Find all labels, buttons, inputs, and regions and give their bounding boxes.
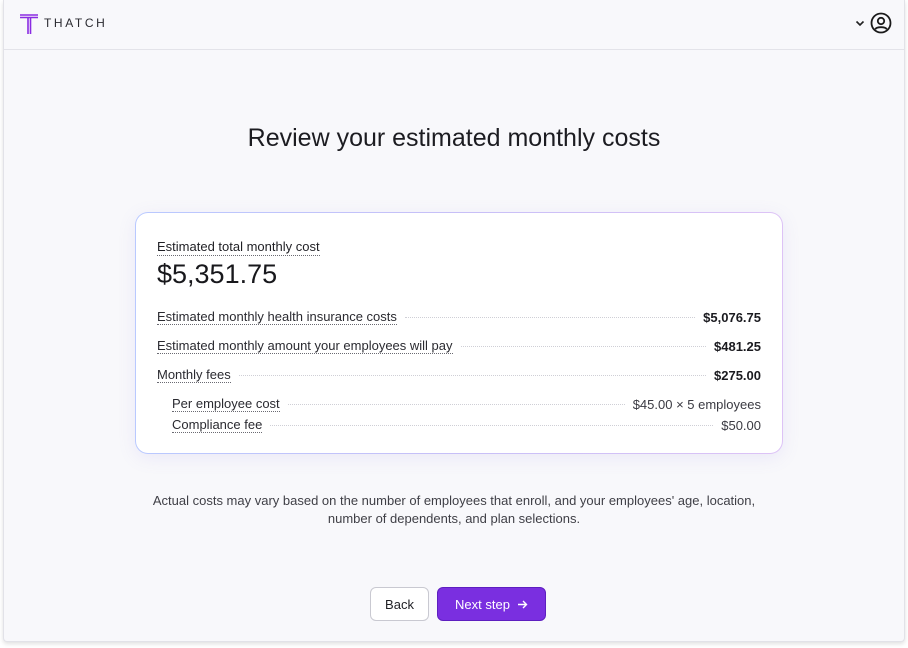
cost-summary-card: Estimated total monthly cost $5,351.75 E… — [135, 212, 783, 454]
total-cost-value: $5,351.75 — [157, 259, 278, 289]
thatch-logo-icon[interactable] — [19, 13, 39, 35]
next-step-button[interactable]: Next step — [437, 587, 546, 621]
brand-name: THATCH — [44, 16, 108, 30]
cost-disclaimer: Actual costs may vary based on the numbe… — [4, 492, 904, 528]
cost-disclaimer-line: Actual costs may vary based on the numbe… — [152, 493, 756, 508]
arrow-right-icon — [517, 600, 528, 608]
cost-row-employee-contribution: Estimated monthly amount your employees … — [157, 338, 761, 354]
dotted-leader — [460, 345, 706, 347]
fee-row-value: $45.00 × 5 employees — [632, 396, 761, 412]
next-step-button-label: Next step — [455, 596, 510, 612]
user-circle-icon[interactable] — [870, 12, 892, 34]
cost-row-label[interactable]: Estimated monthly health insurance costs — [157, 309, 397, 325]
fee-row-per-employee: Per employee cost $45.00 × 5 employees — [172, 396, 761, 412]
cost-row-label[interactable]: Estimated monthly amount your employees … — [157, 338, 453, 354]
total-cost-label[interactable]: Estimated total monthly cost — [157, 239, 320, 256]
cost-row-value: $5,076.75 — [703, 309, 761, 325]
fee-row-label[interactable]: Compliance fee — [172, 417, 263, 433]
dotted-leader — [404, 316, 696, 318]
cost-row-value: $481.25 — [714, 338, 761, 354]
dotted-leader — [270, 424, 714, 426]
cost-disclaimer-line: number of dependents, and plan selection… — [327, 511, 581, 526]
back-button-label: Back — [385, 596, 414, 612]
cost-row-health-insurance: Estimated monthly health insurance costs… — [157, 309, 761, 325]
app-window: THATCH Review your estimated monthly cos… — [3, 0, 905, 642]
cost-row-monthly-fees: Monthly fees $275.00 — [157, 367, 761, 383]
top-navigation-bar: THATCH — [4, 0, 904, 50]
cost-row-label[interactable]: Monthly fees — [157, 367, 231, 383]
dotted-leader — [238, 374, 706, 376]
cost-summary-card-body: Estimated total monthly cost $5,351.75 E… — [136, 213, 782, 453]
fee-row-compliance: Compliance fee $50.00 — [172, 417, 761, 433]
chevron-down-icon[interactable] — [854, 17, 866, 29]
page-title: Review your estimated monthly costs — [247, 124, 661, 152]
fee-row-label[interactable]: Per employee cost — [172, 396, 280, 412]
fee-row-value: $50.00 — [721, 417, 761, 433]
back-button[interactable]: Back — [370, 587, 429, 621]
account-menu[interactable] — [854, 12, 892, 34]
dotted-leader — [287, 403, 625, 405]
cost-row-value: $275.00 — [714, 367, 761, 383]
